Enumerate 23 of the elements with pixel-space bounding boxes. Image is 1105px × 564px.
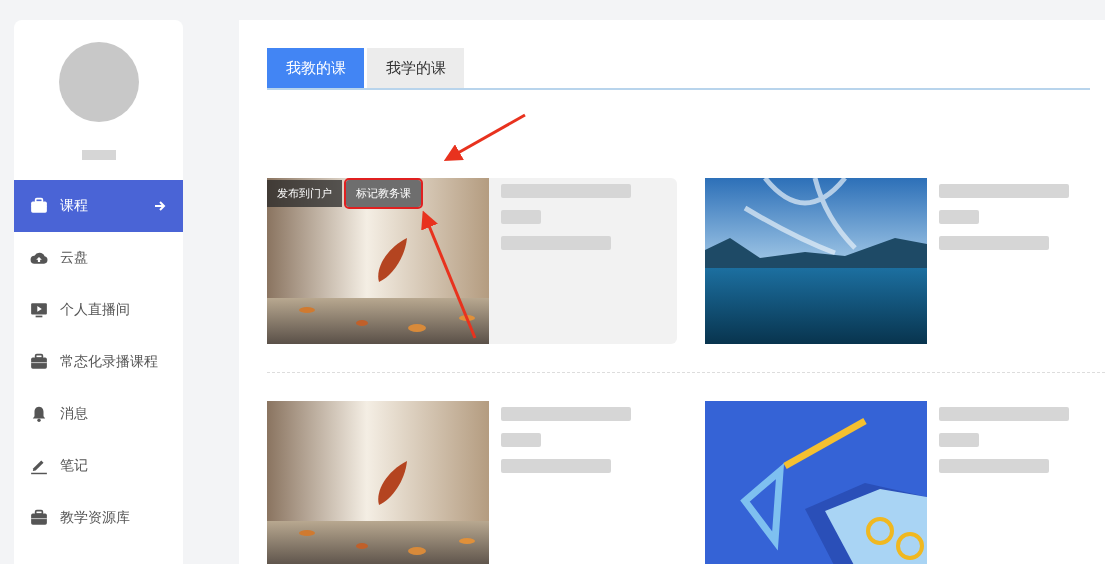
mark-course-button[interactable]: 标记教务课	[346, 180, 421, 207]
publish-button[interactable]: 发布到门户	[267, 180, 342, 207]
tab[interactable]: 我学的课	[367, 48, 464, 88]
briefcase-icon	[30, 353, 48, 371]
bell-icon	[30, 405, 48, 423]
briefcase-icon	[30, 509, 48, 527]
sidebar-item[interactable]: 常态化录播课程	[14, 336, 183, 388]
sidebar-item[interactable]: 教学资源库	[14, 492, 183, 544]
tab[interactable]: 我教的课	[267, 48, 364, 88]
sidebar-item[interactable]: 课程	[14, 180, 183, 232]
briefcase-icon	[30, 197, 48, 215]
sidebar-item[interactable]: 个人直播间	[14, 284, 183, 336]
redacted-text	[939, 433, 979, 447]
redacted-username	[81, 150, 116, 160]
sidebar-item[interactable]: 云盘	[14, 232, 183, 284]
redacted-text	[939, 210, 979, 224]
arrow-right-icon	[153, 199, 167, 213]
course-card[interactable]: 发布到门户 标记教务课	[267, 178, 677, 344]
redacted-text	[501, 210, 541, 224]
redacted-text	[501, 433, 541, 447]
monitor-icon	[30, 301, 48, 319]
sidebar-item[interactable]: 笔记	[14, 440, 183, 492]
sidebar-item[interactable]: 消息	[14, 388, 183, 440]
